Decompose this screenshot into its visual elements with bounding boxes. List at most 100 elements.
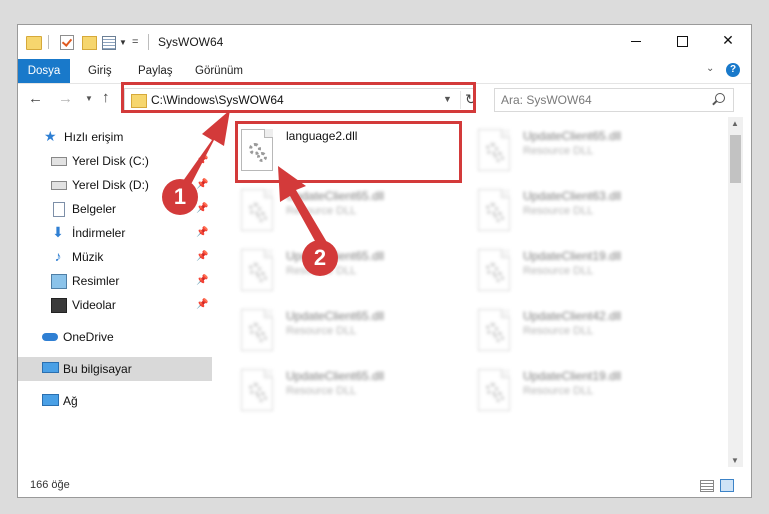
sidebar-item-label: OneDrive	[63, 330, 114, 344]
tab-share[interactable]: Paylaş	[138, 59, 173, 83]
search-box[interactable]: Ara: SysWOW64	[494, 88, 734, 112]
videos-icon	[51, 298, 67, 313]
pin-icon: 📌	[196, 275, 209, 286]
sidebar-item-label: Belgeler	[72, 202, 117, 216]
search-input[interactable]: Ara: SysWOW64	[501, 93, 592, 107]
pin-icon: 📌	[196, 179, 209, 190]
sidebar-item-pictures[interactable]: Resimler 📌	[18, 269, 212, 293]
expand-ribbon-icon[interactable]: ⌄	[706, 63, 714, 74]
file-item[interactable]: UpdateClient42.dll Resource DLL	[474, 305, 704, 361]
help-icon[interactable]: ?	[726, 63, 740, 77]
drive-icon	[51, 157, 67, 166]
scroll-down-icon[interactable]: ▼	[731, 456, 739, 465]
properties-checkbox-icon[interactable]	[60, 35, 74, 50]
dll-file-icon	[241, 369, 273, 411]
new-folder-icon[interactable]	[82, 36, 97, 50]
sidebar-item-this-pc[interactable]: Bu bilgisayar	[18, 357, 212, 381]
sidebar-item-music[interactable]: ♪ Müzik 📌	[18, 245, 212, 269]
step-2-marker: 2	[302, 240, 338, 276]
divider	[148, 34, 149, 50]
dll-file-icon	[241, 309, 273, 351]
search-icon[interactable]	[715, 93, 725, 103]
file-type: Resource DLL	[523, 145, 594, 157]
sidebar-item-label: Müzik	[72, 250, 104, 264]
file-type: Resource DLL	[523, 325, 594, 337]
sidebar-item-label: Videolar	[72, 298, 116, 312]
dll-file-icon	[241, 249, 273, 291]
gear-icon	[257, 212, 267, 222]
sidebar-item-local-disk-c[interactable]: Yerel Disk (C:) 📌	[18, 149, 212, 173]
drive-icon	[51, 181, 67, 190]
file-name: UpdateClient65.dll	[523, 129, 622, 143]
minimize-button[interactable]	[613, 25, 659, 55]
gear-icon	[494, 212, 504, 222]
step-1-marker: 1	[162, 179, 198, 215]
file-name: UpdateClient19.dll	[523, 369, 622, 383]
dll-file-icon	[478, 249, 510, 291]
pin-icon: 📌	[196, 227, 209, 238]
gear-icon	[494, 332, 504, 342]
tab-file[interactable]: Dosya	[18, 59, 70, 83]
vertical-scrollbar[interactable]: ▲ ▼	[728, 117, 743, 467]
sidebar-item-label: Ağ	[63, 394, 78, 408]
folder-icon	[26, 36, 42, 50]
pin-icon: 📌	[196, 203, 209, 214]
file-name: UpdateClient65.dll	[286, 189, 385, 203]
navigation-pane: ★ Hızlı erişim Yerel Disk (C:) 📌 Yerel D…	[18, 117, 212, 467]
file-type: Resource DLL	[523, 265, 594, 277]
maximize-button[interactable]	[659, 25, 705, 55]
sidebar-item-label: İndirmeler	[72, 226, 126, 240]
file-item[interactable]: UpdateClient65.dll Resource DLL	[237, 365, 467, 421]
file-item[interactable]: UpdateClient19.dll Resource DLL	[474, 365, 704, 421]
file-name: UpdateClient19.dll	[523, 249, 622, 263]
file-type: Resource DLL	[286, 385, 357, 397]
dll-file-icon	[478, 129, 510, 171]
quick-access-toolbar-dropdown-icon[interactable]: =	[132, 36, 138, 52]
customize-icon[interactable]	[102, 36, 116, 50]
file-item[interactable]: UpdateClient65.dll Resource DLL	[474, 125, 704, 181]
sidebar-item-quick-access[interactable]: ★ Hızlı erişim	[18, 125, 212, 149]
file-item[interactable]: UpdateClient65.dll Resource DLL	[237, 185, 467, 241]
status-bar: 166 öğe	[18, 475, 751, 497]
file-name: UpdateClient63.dll	[523, 189, 622, 203]
tab-view[interactable]: Görünüm	[195, 59, 243, 83]
file-item[interactable]: UpdateClient19.dll Resource DLL	[474, 245, 704, 301]
file-highlight	[235, 121, 462, 183]
download-icon: ⬇	[52, 224, 64, 240]
forward-arrow-icon[interactable]: →	[58, 90, 73, 107]
pictures-icon	[51, 274, 67, 289]
file-name: UpdateClient65.dll	[286, 309, 385, 323]
gear-icon	[257, 332, 267, 342]
scroll-up-icon[interactable]: ▲	[731, 119, 739, 128]
file-item[interactable]: UpdateClient63.dll Resource DLL	[474, 185, 704, 241]
file-item[interactable]: UpdateClient65.dll Resource DLL	[237, 245, 467, 301]
up-arrow-icon[interactable]: ↑	[102, 89, 110, 106]
file-item[interactable]: UpdateClient65.dll Resource DLL	[237, 305, 467, 361]
sidebar-item-onedrive[interactable]: OneDrive	[18, 325, 212, 349]
pin-icon: 📌	[196, 251, 209, 262]
large-icons-view-icon[interactable]	[720, 479, 734, 492]
documents-icon	[53, 202, 65, 217]
sidebar-item-videos[interactable]: Videolar 📌	[18, 293, 212, 317]
address-bar-highlight	[121, 82, 476, 113]
star-icon: ★	[44, 128, 57, 144]
title-bar: ▼ = SysWOW64 ✕	[18, 25, 751, 59]
sidebar-item-network[interactable]: Ağ	[18, 389, 212, 413]
dll-file-icon	[241, 189, 273, 231]
gear-icon	[494, 152, 504, 162]
dll-file-icon	[478, 309, 510, 351]
sidebar-item-downloads[interactable]: ⬇ İndirmeler 📌	[18, 221, 212, 245]
file-type: Resource DLL	[286, 205, 357, 217]
gear-icon	[494, 392, 504, 402]
file-name: UpdateClient65.dll	[286, 369, 385, 383]
recent-locations-icon[interactable]: ▼	[85, 94, 93, 103]
back-arrow-icon[interactable]: ←	[28, 90, 43, 107]
details-view-icon[interactable]	[700, 480, 714, 492]
maximize-icon	[676, 35, 688, 47]
window-title: SysWOW64	[158, 35, 224, 49]
tab-home[interactable]: Giriş	[88, 59, 112, 83]
chevron-down-icon[interactable]: ▼	[119, 38, 127, 54]
close-button[interactable]: ✕	[705, 25, 751, 55]
scroll-thumb[interactable]	[730, 135, 741, 183]
computer-icon	[42, 362, 59, 373]
